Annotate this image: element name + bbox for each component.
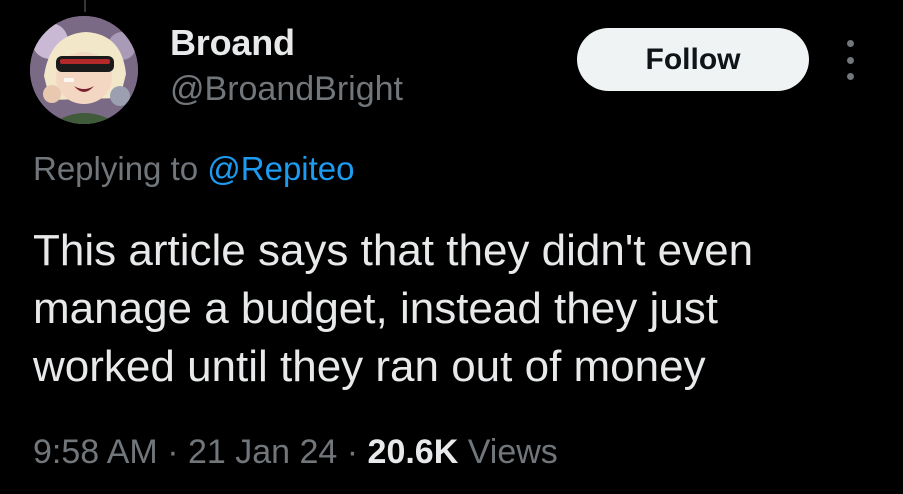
dot-icon	[846, 40, 854, 47]
user-handle[interactable]: @BroandBright	[170, 70, 403, 109]
tweet-text-line: manage a budget, instead they just	[33, 284, 718, 333]
tweet-text-line: worked until they ran out of money	[33, 342, 706, 391]
tweet-date[interactable]: 21 Jan 24	[188, 433, 337, 471]
dot-icon	[846, 56, 854, 64]
more-options-icon[interactable]	[838, 40, 862, 80]
replying-to: Replying to @Repiteo	[33, 150, 355, 188]
replying-to-prefix: Replying to	[33, 150, 208, 187]
views-label: Views	[458, 433, 558, 471]
display-name[interactable]: Broand	[170, 22, 295, 64]
tweet-text-line: This article says that they didn't even	[33, 226, 754, 275]
separator: ·	[157, 433, 188, 471]
mention-link[interactable]: @Repiteo	[207, 150, 354, 187]
thread-connector-line	[84, 0, 86, 12]
follow-button[interactable]: Follow	[577, 28, 809, 91]
tweet-time[interactable]: 9:58 AM	[33, 433, 158, 471]
avatar-image	[30, 16, 138, 124]
avatar[interactable]	[30, 16, 138, 124]
separator: ·	[337, 433, 368, 471]
dot-icon	[846, 73, 854, 80]
tweet-text: This article says that they didn't even …	[33, 222, 883, 396]
views-count[interactable]: 20.6K	[368, 433, 459, 471]
tweet-meta: 9:58 AM · 21 Jan 24 · 20.6K Views	[33, 433, 558, 472]
